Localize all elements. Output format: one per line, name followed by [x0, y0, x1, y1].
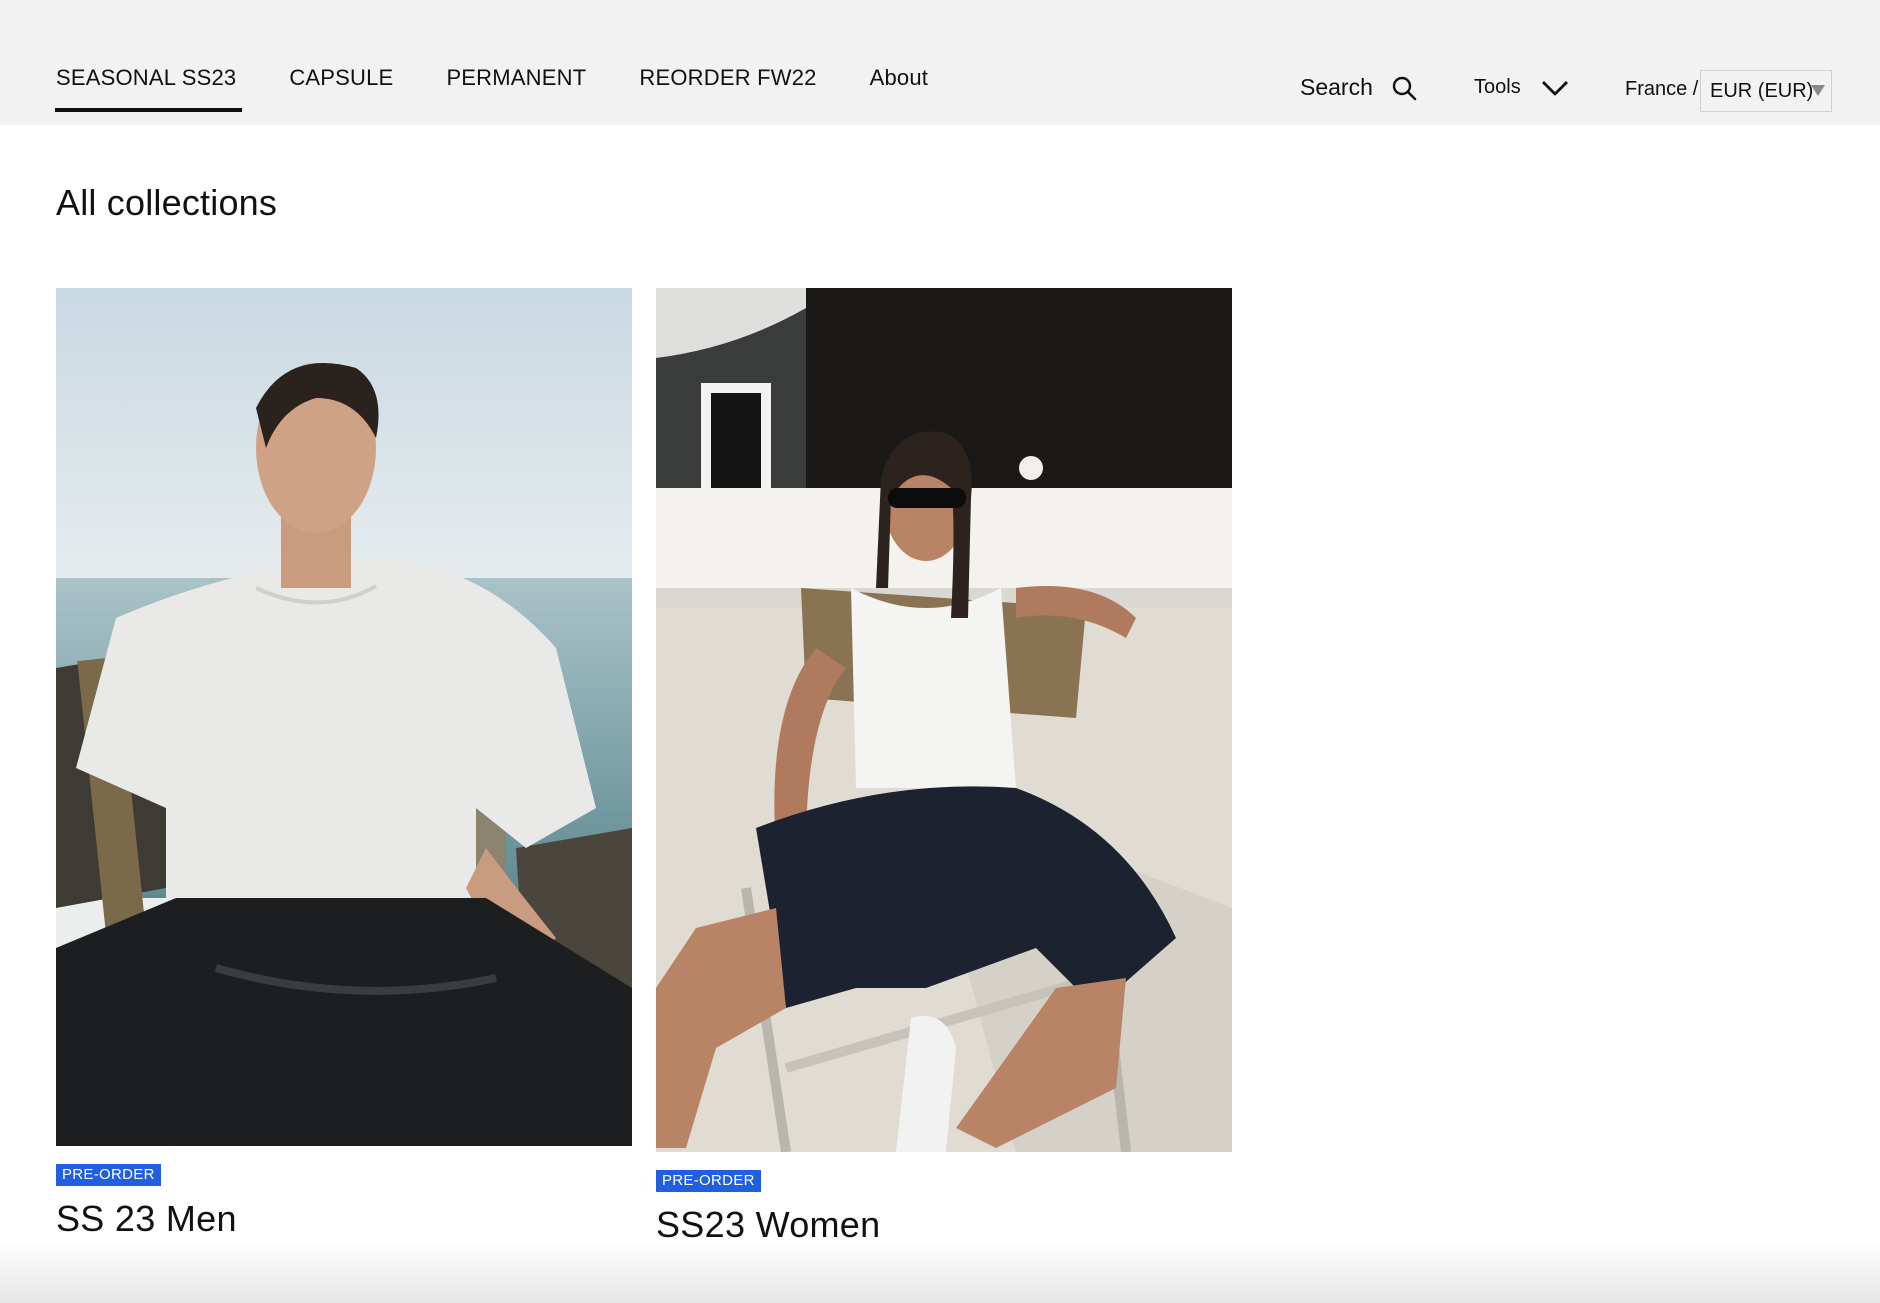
women-collection-photo	[656, 288, 1232, 1152]
tab-seasonal-ss23[interactable]: SEASONAL SS23	[54, 64, 243, 112]
tools-dropdown[interactable]: Tools	[1474, 76, 1569, 99]
collection-card-ss23-men[interactable]: PRE-ORDER SS 23 Men	[56, 288, 632, 1240]
currency-select[interactable]: EUR (EUR)	[1700, 70, 1832, 112]
collection-title[interactable]: SS 23 Men	[56, 1198, 632, 1240]
tab-permanent[interactable]: PERMANENT	[446, 64, 586, 92]
dropdown-caret-icon	[1811, 85, 1825, 96]
bottom-fade	[0, 1240, 1880, 1303]
collection-card-ss23-women[interactable]: PRE-ORDER SS23 Women	[656, 288, 1232, 1246]
search-button[interactable]: Search	[1300, 74, 1417, 101]
pre-order-badge: PRE-ORDER	[656, 1170, 761, 1192]
tab-capsule[interactable]: CAPSULE	[289, 64, 393, 92]
collection-image-women[interactable]	[656, 288, 1232, 1152]
tab-reorder-fw22[interactable]: REORDER FW22	[639, 64, 816, 92]
currency-value: EUR (EUR)	[1710, 79, 1814, 102]
chevron-down-icon	[1541, 80, 1568, 95]
tools-label: Tools	[1474, 76, 1521, 98]
search-label: Search	[1300, 74, 1373, 100]
tab-about[interactable]: About	[870, 64, 929, 92]
pre-order-badge: PRE-ORDER	[56, 1164, 161, 1186]
collection-tabs: SEASONAL SS23 CAPSULE PERMANENT REORDER …	[54, 64, 981, 112]
search-icon	[1392, 76, 1417, 100]
country-label: France /	[1625, 78, 1699, 100]
men-collection-photo	[56, 288, 632, 1146]
page-title: All collections	[56, 182, 278, 223]
collection-image-men[interactable]	[56, 288, 632, 1146]
top-navigation-bar: SEASONAL SS23 CAPSULE PERMANENT REORDER …	[0, 0, 1880, 125]
